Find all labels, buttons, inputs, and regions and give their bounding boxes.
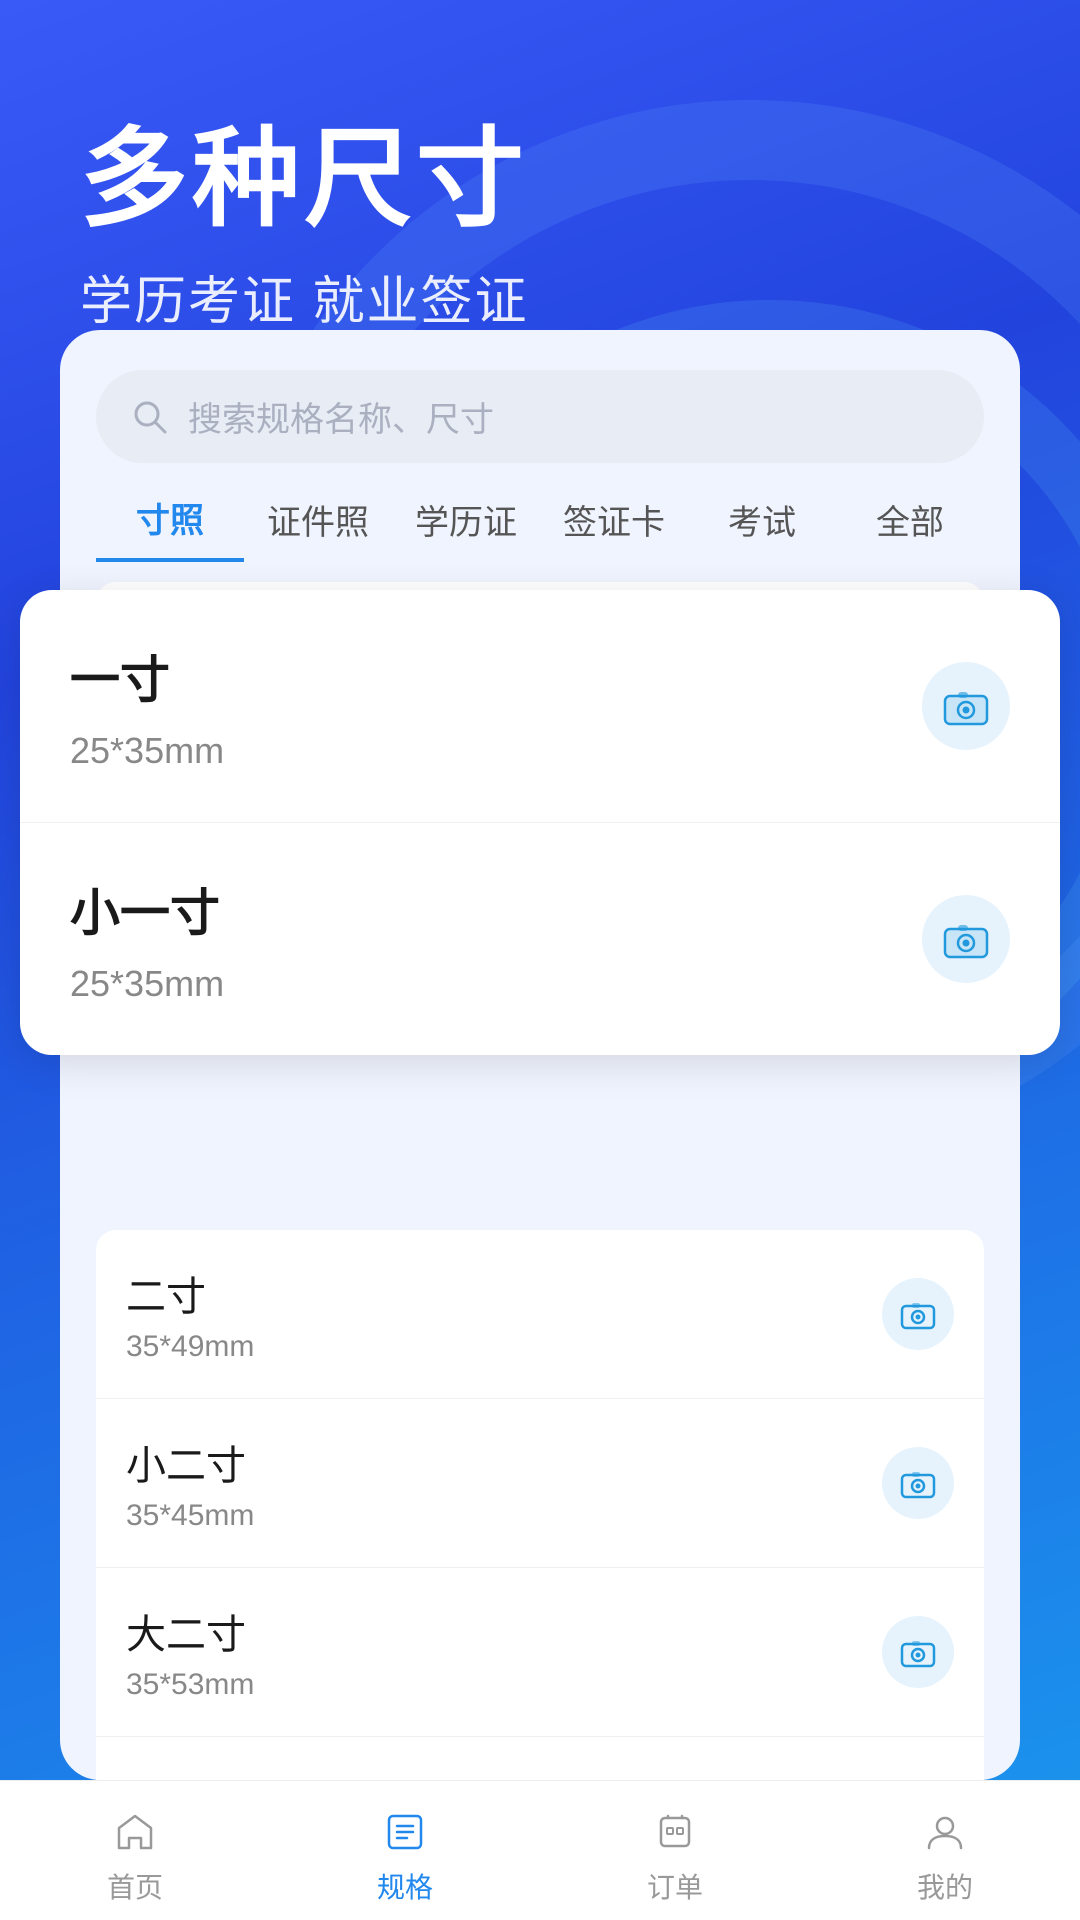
nav-item-home[interactable]: 首页 (0, 1796, 270, 1906)
home-icon (109, 1806, 161, 1858)
search-bar[interactable]: 搜索规格名称、尺寸 (96, 370, 984, 463)
search-placeholder: 搜索规格名称、尺寸 (188, 392, 494, 441)
tab-exam[interactable]: 考试 (688, 495, 836, 560)
mine-icon (919, 1806, 971, 1858)
tab-degree[interactable]: 学历证 (392, 495, 540, 560)
camera-button[interactable] (882, 1447, 954, 1519)
list-item-er-cun[interactable]: 二寸 35*49mm (96, 1230, 984, 1399)
item-info: 四寸 76*102mm (126, 1771, 271, 1780)
nav-item-mine[interactable]: 我的 (810, 1796, 1080, 1906)
category-tabs: 寸照 证件照 学历证 签证卡 考试 全部 (60, 463, 1020, 562)
main-card: 搜索规格名称、尺寸 寸照 证件照 学历证 签证卡 考试 全部 一寸 25*35m… (60, 330, 1020, 1780)
list-item-da-er-cun[interactable]: 大二寸 35*53mm (96, 1568, 984, 1737)
item-size: 25*35mm (70, 730, 224, 772)
item-name: 小二寸 (126, 1433, 254, 1491)
camera-button[interactable] (922, 895, 1010, 983)
item-name: 四寸 (126, 1771, 271, 1780)
main-list: 二寸 35*49mm 小二寸 35*45mm (96, 1230, 984, 1780)
header-area: 多种尺寸 学历考证 就业签证 (80, 120, 528, 334)
list-item-si-cun[interactable]: 四寸 76*102mm (96, 1737, 984, 1780)
nav-label-spec: 规格 (377, 1866, 433, 1906)
item-info: 大二寸 35*53mm (126, 1602, 254, 1702)
item-size: 35*45mm (126, 1499, 254, 1533)
camera-button[interactable] (922, 662, 1010, 750)
header-title: 多种尺寸 (80, 120, 528, 239)
item-info: 小二寸 35*45mm (126, 1433, 254, 1533)
floating-item-yi-cun[interactable]: 一寸 25*35mm (20, 590, 1060, 823)
tab-visa[interactable]: 签证卡 (540, 495, 688, 560)
item-name: 一寸 (70, 640, 224, 712)
search-icon (128, 395, 172, 439)
camera-button[interactable] (882, 1278, 954, 1350)
item-name: 大二寸 (126, 1602, 254, 1660)
item-info: 一寸 25*35mm (70, 640, 224, 772)
tab-inch-photo[interactable]: 寸照 (96, 493, 244, 562)
order-icon (649, 1806, 701, 1858)
header-subtitle: 学历考证 就业签证 (80, 259, 528, 334)
item-size: 35*49mm (126, 1330, 254, 1364)
camera-button[interactable] (882, 1616, 954, 1688)
nav-label-order: 订单 (647, 1866, 703, 1906)
nav-item-spec[interactable]: 规格 (270, 1796, 540, 1906)
item-name: 二寸 (126, 1264, 254, 1322)
item-info: 小一寸 25*35mm (70, 873, 224, 1005)
item-size: 35*53mm (126, 1668, 254, 1702)
item-info: 二寸 35*49mm (126, 1264, 254, 1364)
tab-all[interactable]: 全部 (836, 495, 984, 560)
nav-label-home: 首页 (107, 1866, 163, 1906)
list-item-xiao-er-cun[interactable]: 小二寸 35*45mm (96, 1399, 984, 1568)
floating-item-xiao-yi-cun[interactable]: 小一寸 25*35mm (20, 823, 1060, 1055)
bottom-nav: 首页 规格 订单 (0, 1780, 1080, 1920)
floating-card: 一寸 25*35mm 小一寸 25*35mm (20, 590, 1060, 1055)
item-size: 25*35mm (70, 963, 224, 1005)
tab-id-photo[interactable]: 证件照 (244, 495, 392, 560)
nav-item-order[interactable]: 订单 (540, 1796, 810, 1906)
item-name: 小一寸 (70, 873, 224, 945)
spec-icon (379, 1806, 431, 1858)
nav-label-mine: 我的 (917, 1866, 973, 1906)
